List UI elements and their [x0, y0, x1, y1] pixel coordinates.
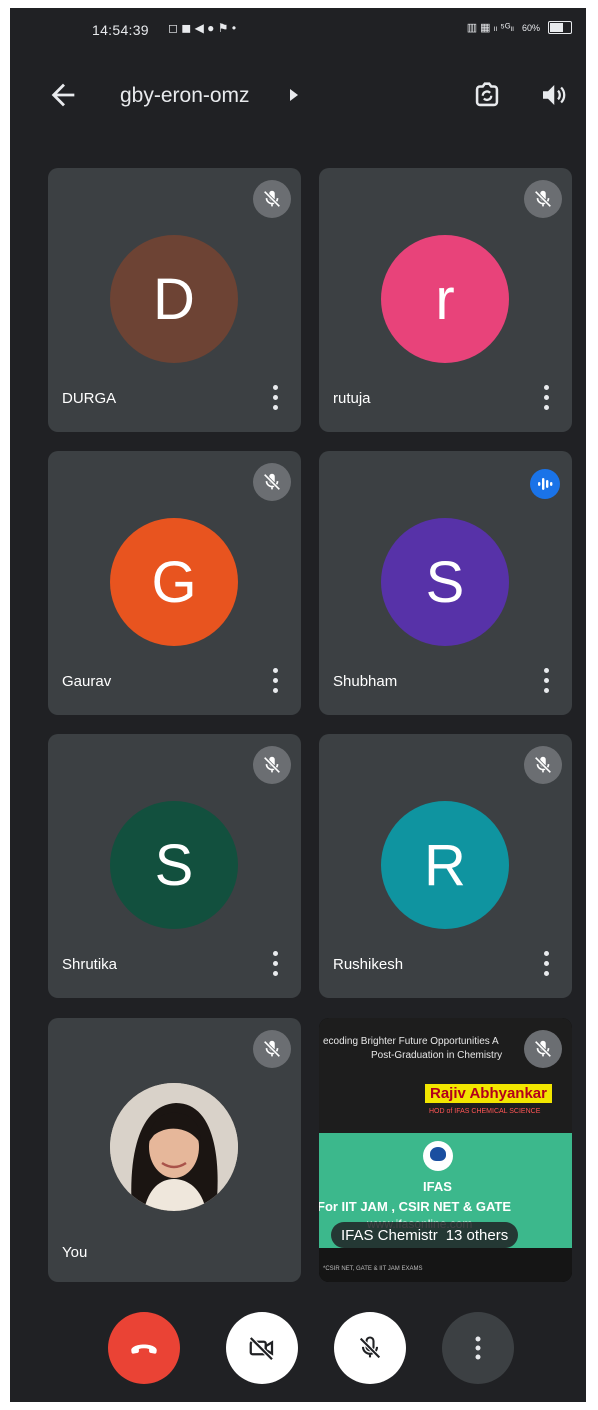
meeting-code[interactable]: gby-eron-omz — [120, 84, 250, 108]
back-arrow-icon[interactable] — [46, 78, 80, 112]
meet-screen: 14:54:39 ◻ ◼ ◀ ● ⚑ • ▥ ▦ ₗₗ ⁵ᴳₗₗ 60% gby… — [10, 8, 586, 1402]
others-chip[interactable]: IFAS Chemistr 13 others — [331, 1222, 519, 1248]
avatar-initial: R — [424, 832, 466, 898]
participant-name: Shubham — [333, 673, 398, 690]
status-time: 14:54:39 — [92, 22, 149, 38]
status-bar: 14:54:39 ◻ ◼ ◀ ● ⚑ • ▥ ▦ ₗₗ ⁵ᴳₗₗ 60% — [10, 8, 586, 60]
speaking-indicator-icon — [530, 469, 560, 499]
participant-name: Shrutika — [62, 956, 118, 973]
participant-tile-durga[interactable]: D DURGA — [48, 168, 301, 432]
avatar: r — [381, 235, 509, 363]
videocam-off-icon — [249, 1336, 274, 1361]
more-options-icon[interactable] — [538, 948, 554, 978]
mic-off-icon — [524, 180, 562, 218]
presenter-label: IFAS Chemistr — [341, 1226, 438, 1244]
more-options-icon[interactable] — [267, 948, 283, 978]
avatar-initial: D — [153, 266, 195, 332]
switch-camera-icon[interactable] — [470, 78, 504, 112]
participant-name: DURGA — [62, 390, 117, 407]
mic-toggle-button[interactable] — [334, 1312, 406, 1384]
end-call-button[interactable] — [108, 1312, 180, 1384]
footer-text: *CSIR NET, GATE & IIT JAM EXAMS — [323, 1266, 423, 1272]
status-right: ▥ ▦ ₗₗ ⁵ᴳₗₗ 60% — [467, 21, 572, 34]
top-bar: gby-eron-omz — [10, 68, 586, 124]
avatar: S — [381, 518, 509, 646]
self-tile[interactable]: You — [48, 1018, 301, 1282]
mic-off-icon — [524, 1030, 562, 1068]
phone-hangup-icon — [131, 1344, 157, 1354]
mic-off-icon — [524, 746, 562, 784]
call-controls — [10, 1308, 586, 1388]
avatar: R — [381, 801, 509, 929]
participant-name: rutuja — [333, 390, 371, 407]
participant-name: Rushikesh — [333, 956, 404, 973]
network-icons: ▥ ▦ ₗₗ ⁵ᴳₗₗ — [466, 22, 514, 34]
participant-tile-rushikesh[interactable]: R Rushikesh — [319, 734, 572, 998]
camera-toggle-button[interactable] — [226, 1312, 298, 1384]
slide-footer: *CSIR NET, GATE & IIT JAM EXAMS — [319, 1248, 572, 1282]
mic-off-icon — [253, 1030, 291, 1068]
participant-tile-shrutika[interactable]: S Shrutika — [48, 734, 301, 998]
avatar: S — [110, 801, 238, 929]
avatar-initial: r — [435, 266, 455, 332]
battery-percent: 60% — [521, 22, 540, 33]
more-options-button[interactable] — [442, 1312, 514, 1384]
participant-tile-rutuja[interactable]: r rutuja — [319, 168, 572, 432]
speaker-icon[interactable] — [538, 80, 568, 110]
more-options-icon[interactable] — [267, 665, 283, 695]
mic-off-icon — [253, 463, 291, 501]
more-options-icon[interactable] — [538, 665, 554, 695]
presentation-tile[interactable]: ecoding Brighter Future Opportunities A … — [319, 1018, 572, 1282]
participant-tile-shubham[interactable]: S Shubham — [319, 451, 572, 715]
presenter-title: HOD of IFAS CHEMICAL SCIENCE — [429, 1108, 541, 1115]
participant-name: You — [62, 1244, 88, 1261]
avatar-initial: G — [151, 549, 197, 615]
presenter-name: Rajiv Abhyankar — [425, 1084, 552, 1103]
course-line: For IIT JAM , CSIR NET & GATE — [319, 1199, 512, 1214]
chevron-right-icon[interactable] — [288, 88, 300, 107]
avatar: D — [110, 235, 238, 363]
battery-icon — [548, 21, 572, 34]
notification-icons: ◻ ◼ ◀ ● ⚑ • — [168, 21, 237, 35]
profile-photo — [110, 1083, 238, 1211]
avatar: G — [110, 518, 238, 646]
participant-name: Gaurav — [62, 673, 112, 690]
more-options-icon[interactable] — [267, 382, 283, 412]
others-count: 13 others — [445, 1226, 509, 1244]
participant-tile-gaurav[interactable]: G Gaurav — [48, 451, 301, 715]
more-vert-icon — [475, 1336, 481, 1360]
slide-title-line: ecoding Brighter Future Opportunities A — [323, 1036, 499, 1047]
ifas-logo-icon — [423, 1141, 453, 1171]
avatar-initial: S — [425, 549, 465, 615]
avatar-initial: S — [154, 832, 194, 898]
mic-off-icon — [359, 1336, 381, 1359]
slide-title-line: Post-Graduation in Chemistry — [371, 1050, 503, 1061]
mic-off-icon — [253, 746, 291, 784]
mic-off-icon — [253, 180, 291, 218]
more-options-icon[interactable] — [538, 382, 554, 412]
org-name: IFAS — [423, 1179, 452, 1194]
